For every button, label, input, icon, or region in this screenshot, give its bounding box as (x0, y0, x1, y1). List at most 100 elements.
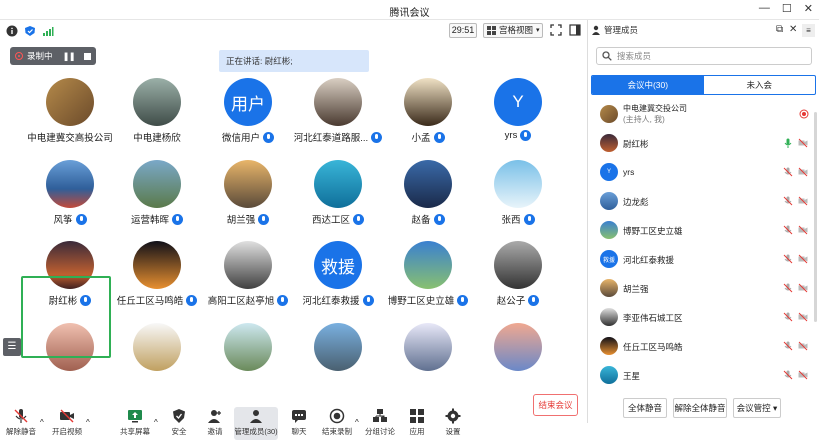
member-row[interactable]: 博野工区史立雄 (588, 216, 819, 244)
mic-muted-icon[interactable] (783, 312, 793, 322)
camera-off-icon[interactable] (798, 138, 808, 148)
window-title: 腾讯会议 (389, 8, 430, 19)
member-search-input[interactable]: 搜索成员 (596, 47, 812, 65)
participant-tile[interactable]: 张西 (473, 155, 563, 235)
member-avatar: 救援 (600, 250, 618, 268)
camera-off-icon[interactable] (798, 196, 808, 206)
camera-off-icon[interactable] (798, 225, 808, 235)
member-row[interactable]: 尉红彬 (588, 129, 819, 157)
camera-off-icon[interactable] (798, 283, 808, 293)
add-person-icon (208, 410, 221, 423)
participant-tile[interactable]: 赵备 (383, 155, 473, 235)
close-icon[interactable]: ✕ (789, 20, 797, 40)
share-label: 共享屏幕 (120, 427, 150, 436)
camera-off-icon[interactable] (798, 341, 808, 351)
unmute-all-button[interactable]: 解除全体静音 (673, 398, 727, 418)
participant-tile[interactable] (203, 318, 293, 398)
fullscreen-icon[interactable] (550, 24, 562, 36)
participant-tile[interactable]: 中电建杨欣 (112, 73, 202, 153)
member-row[interactable]: 王星 (588, 361, 819, 389)
close-icon[interactable]: ✕ (804, 2, 813, 15)
recording-indicator[interactable]: 录制中 ❚❚ (10, 47, 96, 65)
member-avatar (600, 134, 618, 152)
participant-tile[interactable] (473, 318, 563, 398)
member-row[interactable]: 胡兰强 (588, 274, 819, 302)
participant-tile[interactable] (112, 318, 202, 398)
participant-tile[interactable]: 博野工区史立雄 (383, 236, 473, 316)
mic-active-icon (362, 294, 374, 306)
participant-avatar (404, 78, 452, 126)
participant-tile[interactable]: 河北红泰道路服... (293, 73, 383, 153)
view-mode-dropdown[interactable]: 宫格视图 ▾ (483, 23, 543, 38)
mic-muted-icon[interactable] (783, 167, 793, 177)
popout-icon[interactable]: ⧉ (776, 20, 783, 40)
mic-muted-icon[interactable] (783, 225, 793, 235)
participant-avatar (404, 160, 452, 208)
participant-tile[interactable]: Yyrs (473, 73, 563, 153)
end-meeting-button[interactable]: 结束会议 (533, 394, 578, 416)
pause-icon[interactable]: ❚❚ (63, 51, 76, 62)
participant-avatar (224, 160, 272, 208)
mic-active-icon (353, 213, 364, 225)
mic-muted-icon[interactable] (783, 370, 793, 380)
participant-tile[interactable]: 任丘工区马鸣皓 (112, 236, 202, 316)
participant-name: 中电建冀交高投公司 (27, 133, 113, 144)
manage-members-button[interactable]: 管理成员(30) (234, 407, 278, 440)
participant-tile[interactable] (383, 318, 473, 398)
participant-tile[interactable]: 胡兰强 (203, 155, 293, 235)
members-panel: 管理成员 ⧉ ✕ ≡ 搜索成员 会议中(30) 未入会 中电建冀交投公司 (主持人… (587, 20, 819, 423)
participant-tile[interactable]: 西达工区 (293, 155, 383, 235)
camera-off-icon[interactable] (798, 167, 808, 177)
member-row[interactable]: 任丘工区马鸣皓 (588, 332, 819, 360)
participant-name: 风筝 (53, 215, 73, 226)
participant-tile[interactable]: 赵公子 (473, 236, 563, 316)
tab-not-joined[interactable]: 未入会 (704, 76, 816, 94)
mic-muted-icon[interactable] (783, 254, 793, 264)
camera-off-icon[interactable] (798, 370, 808, 380)
participant-tile[interactable] (293, 318, 383, 398)
participant-tile[interactable]: 用户 微信用户 (203, 73, 293, 153)
member-row[interactable]: 边龙彪 (588, 187, 819, 215)
signal-icon[interactable] (42, 25, 54, 37)
breakout-label: 分组讨论 (365, 427, 395, 436)
mic-active-icon (433, 213, 445, 225)
mic-active-icon[interactable] (783, 138, 793, 148)
stop-icon[interactable] (83, 52, 91, 60)
tab-in-meeting[interactable]: 会议中(30) (592, 76, 704, 94)
mute-all-button[interactable]: 全体静音 (623, 398, 667, 418)
participant-avatar: 用户 (224, 78, 272, 126)
mic-muted-icon[interactable] (783, 341, 793, 351)
side-panel-icon[interactable] (569, 24, 581, 36)
camera-off-icon[interactable] (798, 312, 808, 322)
member-row[interactable]: 中电建冀交投公司 (主持人, 我) (588, 100, 819, 128)
participant-avatar (314, 78, 362, 126)
member-name: 中电建冀交投公司 (623, 104, 687, 113)
scrollbar[interactable] (814, 112, 817, 322)
meeting-area: 29:51 宫格视图 ▾ 录制中 ❚❚ 正在讲话: 尉红彬; 中电建冀交高投公司… (0, 20, 587, 443)
participant-avatar: 救援 (314, 241, 362, 289)
camera-off-icon[interactable] (798, 254, 808, 264)
shield-icon[interactable] (24, 25, 36, 37)
participant-name: 河北红泰救援 (302, 296, 360, 307)
member-name: 边龙彪 (623, 197, 649, 207)
meeting-control-dropdown[interactable]: 会议管控 ▾ (733, 398, 781, 418)
mic-active-icon (523, 213, 535, 225)
mic-muted-icon[interactable] (783, 283, 793, 293)
video-label: 开启视频 (52, 427, 82, 436)
list-toggle-icon[interactable]: ☰ (3, 338, 21, 356)
minimize-icon[interactable]: — (759, 2, 770, 15)
member-row[interactable]: Yyrs (588, 158, 819, 186)
participant-avatar: Y (494, 78, 542, 126)
member-row[interactable]: 李亚伟石城工区 (588, 303, 819, 331)
member-row[interactable]: 救援 河北红泰救援 (588, 245, 819, 273)
maximize-icon[interactable]: ☐ (782, 2, 792, 15)
mic-active-icon (520, 130, 532, 141)
menu-icon[interactable]: ≡ (802, 24, 815, 37)
info-icon[interactable] (6, 25, 18, 37)
participant-tile[interactable]: 运营韩晖 (112, 155, 202, 235)
participant-tile[interactable]: 救援河北红泰救援 (293, 236, 383, 316)
participant-tile[interactable]: 高阳工区赵亭旭 (203, 236, 293, 316)
participant-name: 中电建杨欣 (133, 133, 181, 144)
mic-muted-icon[interactable] (783, 196, 793, 206)
participant-tile[interactable]: 小孟 (383, 73, 473, 153)
